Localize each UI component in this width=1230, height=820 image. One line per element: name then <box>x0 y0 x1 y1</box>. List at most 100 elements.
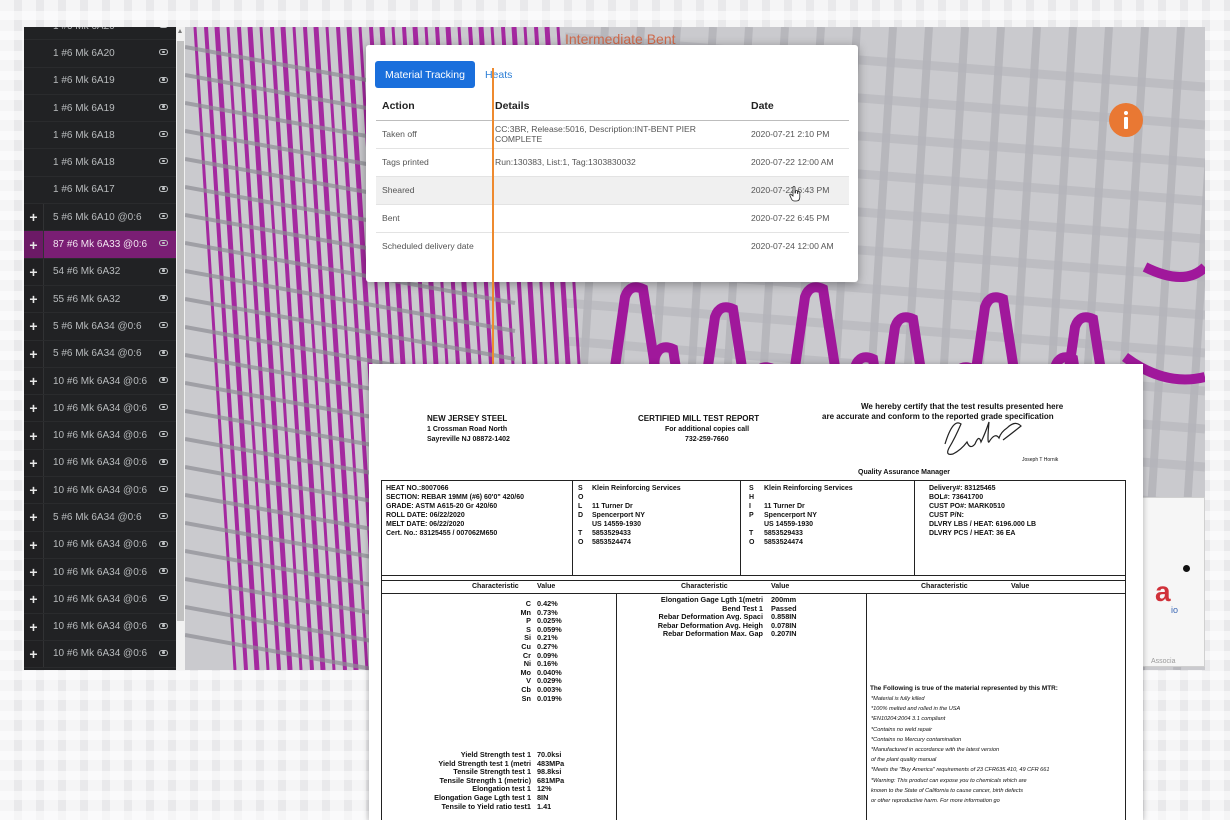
eye-icon[interactable] <box>159 404 168 411</box>
sidebar-item[interactable]: +10 #6 Mk 6A34 @0:6 <box>24 558 176 587</box>
characteristic-value: 0.029% <box>537 676 562 686</box>
eye-icon[interactable] <box>159 294 168 301</box>
eye-icon[interactable] <box>159 267 168 274</box>
eye-icon[interactable] <box>159 595 168 602</box>
table-row[interactable]: Bent 2020-07-22 6:45 PM <box>376 203 849 232</box>
sidebar-item[interactable]: 1 #6 Mk 6A20 <box>24 40 176 68</box>
sidebar-scrollbar[interactable] <box>176 27 185 670</box>
sidebar-item[interactable]: +5 #6 Mk 6A34 @0:6 <box>24 504 176 532</box>
action-cell: Bent <box>376 203 489 232</box>
sidebar-item[interactable]: +10 #6 Mk 6A34 @0:6 <box>24 477 176 505</box>
sidebar-item[interactable]: +5 #6 Mk 6A34 @0:6 <box>24 340 176 368</box>
sidebar-item[interactable]: +5 #6 Mk 6A34 @0:6 <box>24 313 176 341</box>
sidebar-item-label: 10 #6 Mk 6A34 @0:6 <box>53 539 148 551</box>
divider <box>914 480 915 575</box>
copies-note: For additional copies call <box>665 426 750 433</box>
note-line: of the plant quality manual <box>871 757 937 764</box>
divider <box>381 480 382 820</box>
eye-icon[interactable] <box>159 513 168 520</box>
eye-icon[interactable] <box>159 622 168 629</box>
sidebar-item[interactable]: 1 #6 Mk 6A18 <box>24 149 176 177</box>
eye-icon[interactable] <box>159 349 168 356</box>
sidebar-item[interactable]: 1 #6 Mk 6A19 <box>24 95 176 123</box>
report-line: Klein Reinforcing Services <box>764 485 853 492</box>
date-cell: 2020-07-22 12:00 AM <box>745 147 849 176</box>
table-row[interactable]: Tags printed Run:130383, List:1, Tag:130… <box>376 147 849 176</box>
sidebar-item-label: 1 #6 Mk 6A17 <box>53 184 115 196</box>
sidebar-item[interactable]: 1 #6 Mk 6A17 <box>24 177 176 205</box>
scroll-up-icon[interactable] <box>178 29 182 33</box>
characteristic-value: 0.09% <box>537 650 558 660</box>
eye-icon[interactable] <box>159 431 168 438</box>
sidebar-item[interactable]: +54 #6 Mk 6A32 <box>24 258 176 286</box>
sidebar-item[interactable]: 1 #6 Mk 6A18 <box>24 122 176 150</box>
eye-icon[interactable] <box>159 376 168 383</box>
report-line: Delivery#: 83125465 <box>929 485 996 492</box>
characteristic-name: Si <box>524 633 531 643</box>
expand-plus-icon[interactable]: + <box>24 422 44 449</box>
expand-plus-icon[interactable]: + <box>24 367 44 395</box>
eye-icon[interactable] <box>159 76 168 83</box>
expand-plus-icon[interactable]: + <box>24 340 44 367</box>
expand-plus-icon[interactable]: + <box>24 558 44 586</box>
expand-plus-icon[interactable]: + <box>24 313 44 340</box>
sidebar-item[interactable]: +10 #6 Mk 6A34 @0:6 <box>24 367 176 396</box>
expand-plus-icon[interactable]: + <box>24 204 44 231</box>
sidebar-item[interactable]: +87 #6 Mk 6A33 @0:6 <box>24 231 176 259</box>
expand-plus-icon[interactable]: + <box>24 477 44 504</box>
sidebar-item[interactable]: +5 #6 Mk 6A10 @0:6 <box>24 204 176 232</box>
expand-plus-icon[interactable]: + <box>24 231 44 258</box>
expand-plus-icon[interactable]: + <box>24 449 44 477</box>
expand-plus-icon[interactable]: + <box>24 395 44 422</box>
characteristic-value: 98.8ksi <box>537 767 562 777</box>
sidebar-item[interactable]: +10 #6 Mk 6A34 @0:6 <box>24 586 176 614</box>
report-title: CERTIFIED MILL TEST REPORT <box>638 414 760 423</box>
sidebar-item[interactable]: 1 #6 Mk 6A19 <box>24 68 176 95</box>
eye-icon[interactable] <box>159 322 168 329</box>
eye-icon[interactable] <box>159 131 168 138</box>
expand-plus-icon[interactable]: + <box>24 640 44 668</box>
report-line: SECTION: REBAR 19MM (#6) 60'0" 420/60 <box>386 494 525 501</box>
sidebar-item[interactable]: +10 #6 Mk 6A34 @0:6 <box>24 422 176 450</box>
table-row[interactable]: Taken off CC:3BR, Release:5016, Descript… <box>376 119 849 148</box>
note-line: *Contains no weld repair <box>871 726 932 733</box>
characteristic-name: Tensile Strength test 1 <box>453 767 531 777</box>
eye-icon[interactable] <box>159 49 168 56</box>
expand-plus-icon[interactable]: + <box>24 531 44 558</box>
scrollbar-thumb[interactable] <box>177 41 184 621</box>
characteristic-name: P <box>526 616 531 626</box>
eye-icon[interactable] <box>159 240 168 247</box>
expand-plus-icon[interactable]: + <box>24 586 44 613</box>
eye-icon[interactable] <box>159 158 168 165</box>
table-row[interactable]: Sheared 2020-07-22 6:43 PM <box>376 175 849 204</box>
tab-material-tracking[interactable]: Material Tracking <box>375 61 475 88</box>
report-line: DLVRY LBS / HEAT: 6196.000 LB <box>929 521 1037 528</box>
eye-icon[interactable] <box>159 486 168 493</box>
characteristic-value: 0.003% <box>537 685 562 694</box>
eye-icon[interactable] <box>159 649 168 656</box>
sidebar-item[interactable]: 1 #6 Mk 6A20 <box>24 27 176 41</box>
expand-plus-icon[interactable]: + <box>24 613 44 640</box>
info-button[interactable] <box>1109 103 1143 137</box>
expand-plus-icon[interactable]: + <box>24 258 44 285</box>
expand-plus-icon[interactable]: + <box>24 504 44 531</box>
expand-plus-icon[interactable]: + <box>24 285 44 313</box>
eye-icon[interactable] <box>159 213 168 220</box>
characteristic-name: Elongation Gage Lgth test 1 <box>434 793 531 802</box>
sidebar-item[interactable]: +10 #6 Mk 6A34 @0:6 <box>24 613 176 641</box>
eye-icon[interactable] <box>159 567 168 574</box>
characteristic-name: Sn <box>521 693 531 703</box>
eye-icon[interactable] <box>159 540 168 547</box>
sidebar-item[interactable]: +10 #6 Mk 6A34 @0:6 <box>24 640 176 669</box>
sidebar-item-label: 5 #6 Mk 6A34 @0:6 <box>53 511 142 523</box>
eye-icon[interactable] <box>159 458 168 465</box>
col-header-value: Value <box>771 583 790 590</box>
sidebar-item[interactable]: +10 #6 Mk 6A34 @0:6 <box>24 449 176 478</box>
table-row[interactable]: Scheduled delivery date 2020-07-24 12:00… <box>376 231 849 260</box>
sidebar-item[interactable]: +10 #6 Mk 6A34 @0:6 <box>24 531 176 559</box>
sidebar-item[interactable]: +10 #6 Mk 6A34 @0:6 <box>24 395 176 423</box>
eye-icon[interactable] <box>159 103 168 110</box>
divider <box>740 480 741 575</box>
sidebar-item[interactable]: +55 #6 Mk 6A32 <box>24 285 176 314</box>
eye-icon[interactable] <box>159 185 168 192</box>
